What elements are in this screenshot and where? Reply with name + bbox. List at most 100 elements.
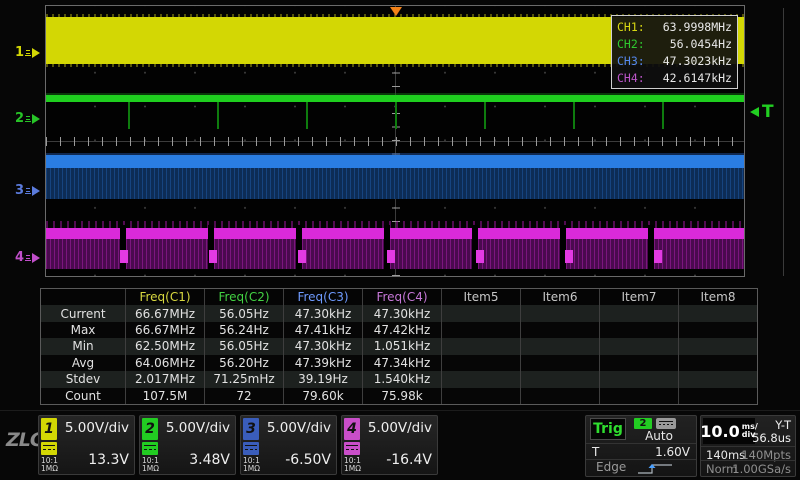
freq-ch4-label: CH4: (617, 70, 645, 85)
cell-current-item7 (600, 305, 679, 322)
ch3-scale: 5.00V/div (266, 420, 331, 436)
header-freq-c4[interactable]: Freq(C4) (363, 289, 442, 306)
header-item6[interactable]: Item6 (521, 289, 600, 306)
cell-count-c2: 72 (205, 387, 284, 404)
ch3-probe-info: 10:1 1MΩ (243, 457, 260, 473)
measurement-header-row: Freq(C1) Freq(C2) Freq(C3) Freq(C4) Item… (41, 289, 757, 306)
cell-current-c2: 56.05Hz (205, 305, 284, 322)
table-row-min: Min 62.50MHz 56.05Hz 47.30kHz 1.051kHz (41, 338, 757, 355)
cell-max-item5 (442, 321, 521, 339)
ch4-waveform-gap-pulses (46, 250, 744, 263)
ch2-position-marker[interactable]: 2 (15, 110, 45, 127)
ch4-ground-icon (25, 254, 32, 261)
cell-avg-item5 (442, 354, 521, 372)
ch2-scale: 5.00V/div (165, 420, 230, 436)
right-edge-divider (783, 8, 784, 276)
acquisition-row: Norm 1.00GSa/s (701, 460, 795, 476)
ch3-marker-label: 3 (15, 183, 25, 198)
ch3-offset: -6.50V (285, 452, 331, 468)
ch1-number-badge: 1 (41, 418, 57, 440)
ch4-waveform-gaps (46, 225, 744, 270)
trigger-sweep-mode: Auto (645, 429, 673, 443)
ch3-waveform-fill (46, 168, 744, 199)
row-label: Avg (41, 354, 126, 372)
ch1-impedance: 1MΩ (41, 464, 58, 473)
ch1-scale: 5.00V/div (64, 420, 129, 436)
cell-current-item6 (521, 305, 600, 322)
freq-ch2-label: CH2: (617, 36, 645, 51)
ch4-marker-arrow-icon (32, 252, 41, 263)
cell-min-item7 (600, 338, 679, 355)
ch2-marker-arrow-icon (32, 113, 41, 124)
cell-count-item6 (521, 387, 600, 404)
cell-avg-item6 (521, 354, 600, 372)
ch1-marker-arrow-icon (32, 47, 41, 58)
cell-max-c2: 56.24Hz (205, 321, 284, 339)
cell-max-c4: 47.42kHz (363, 321, 442, 339)
cell-avg-item8 (679, 355, 757, 371)
ch4-probe-info: 10:1 1MΩ (344, 457, 361, 473)
ch2-marker-label: 2 (15, 111, 25, 126)
cell-avg-c3: 47.39kHz (284, 354, 363, 372)
cell-count-c1: 107.5M (126, 387, 205, 404)
ch2-waveform-pulses (46, 102, 744, 129)
ch4-status-panel[interactable]: 4 10:1 1MΩ 5.00V/div -16.4V (341, 415, 438, 475)
timebase-scale-value: 10.0 (700, 421, 740, 441)
horizontal-delay: 56.8us (752, 431, 791, 445)
trigger-level-value: 1.60V (655, 445, 690, 459)
trig-label: Trig (590, 418, 626, 440)
cell-stdev-item6 (521, 371, 600, 388)
ch2-number-badge: 2 (142, 418, 158, 440)
header-freq-c3[interactable]: Freq(C3) (284, 289, 363, 306)
rising-edge-icon (638, 464, 672, 474)
ch4-coupling-icon (344, 442, 360, 455)
ch3-status-panel[interactable]: 3 10:1 1MΩ 5.00V/div -6.50V (240, 415, 337, 475)
ch2-status-panel[interactable]: 2 10:1 1MΩ 5.00V/div 3.48V (139, 415, 236, 475)
ch3-impedance: 1MΩ (243, 464, 260, 473)
ch1-position-marker[interactable]: 1 (15, 44, 45, 61)
cell-stdev-item8 (679, 371, 757, 387)
ch2-waveform (46, 95, 744, 102)
measurement-table: Freq(C1) Freq(C2) Freq(C3) Freq(C4) Item… (40, 288, 758, 405)
ch3-number-badge: 3 (243, 418, 259, 440)
cell-min-c4: 1.051kHz (363, 338, 442, 355)
trigger-level-marker[interactable]: T (750, 102, 774, 122)
header-item8[interactable]: Item8 (679, 289, 757, 305)
ch3-waveform (46, 155, 744, 168)
cell-current-c4: 47.30kHz (363, 305, 442, 322)
ch2-impedance: 1MΩ (142, 464, 159, 473)
row-label: Min (41, 338, 126, 355)
ch1-ground-icon (25, 49, 32, 56)
freq-row-ch1: CH1: 63.9998MHz (617, 19, 732, 35)
header-item7[interactable]: Item7 (600, 289, 679, 306)
cell-stdev-c1: 2.017MHz (126, 371, 205, 388)
frequency-counter-box: CH1: 63.9998MHz CH2: 56.0454Hz CH3: 47.3… (611, 15, 738, 89)
trigger-top-row: Trig 2 Auto (586, 416, 696, 443)
header-freq-c2[interactable]: Freq(C2) (205, 289, 284, 306)
trigger-position-marker-icon[interactable] (390, 7, 402, 16)
table-row-avg: Avg 64.06MHz 56.20Hz 47.39kHz 47.34kHz (41, 354, 757, 372)
cell-min-c2: 56.05Hz (205, 338, 284, 355)
trigger-status-panel[interactable]: Trig 2 Auto T 1.60V Edge (585, 415, 697, 477)
ch3-coupling-icon (243, 442, 259, 455)
cell-stdev-c2: 71.25mHz (205, 371, 284, 388)
cell-max-item6 (521, 321, 600, 339)
header-blank (41, 289, 126, 306)
cell-count-c3: 79.60k (284, 387, 363, 404)
cell-stdev-item5 (442, 371, 521, 388)
trigger-level-arrow-icon (750, 107, 759, 117)
header-freq-c1[interactable]: Freq(C1) (126, 289, 205, 306)
row-label: Count (41, 387, 126, 404)
ch3-position-marker[interactable]: 3 (15, 182, 45, 199)
trigger-level-label: T (762, 102, 774, 122)
trigger-coupling-icon (656, 418, 676, 429)
cell-min-item8 (679, 338, 757, 354)
trigger-level-label: T (592, 445, 600, 459)
header-item5[interactable]: Item5 (442, 289, 521, 306)
cell-current-item8 (679, 305, 757, 321)
ch4-position-marker[interactable]: 4 (15, 249, 45, 266)
ch1-status-panel[interactable]: 1 10:1 1MΩ 5.00V/div 13.3V (38, 415, 135, 475)
timebase-status-panel[interactable]: 10.0 ms/ div Y-T 56.8us 140ms 140Mpts No… (700, 415, 796, 477)
table-row-count: Count 107.5M 72 79.60k 75.98k (41, 387, 757, 404)
table-row-stdev: Stdev 2.017MHz 71.25mHz 39.19Hz 1.540kHz (41, 371, 757, 388)
